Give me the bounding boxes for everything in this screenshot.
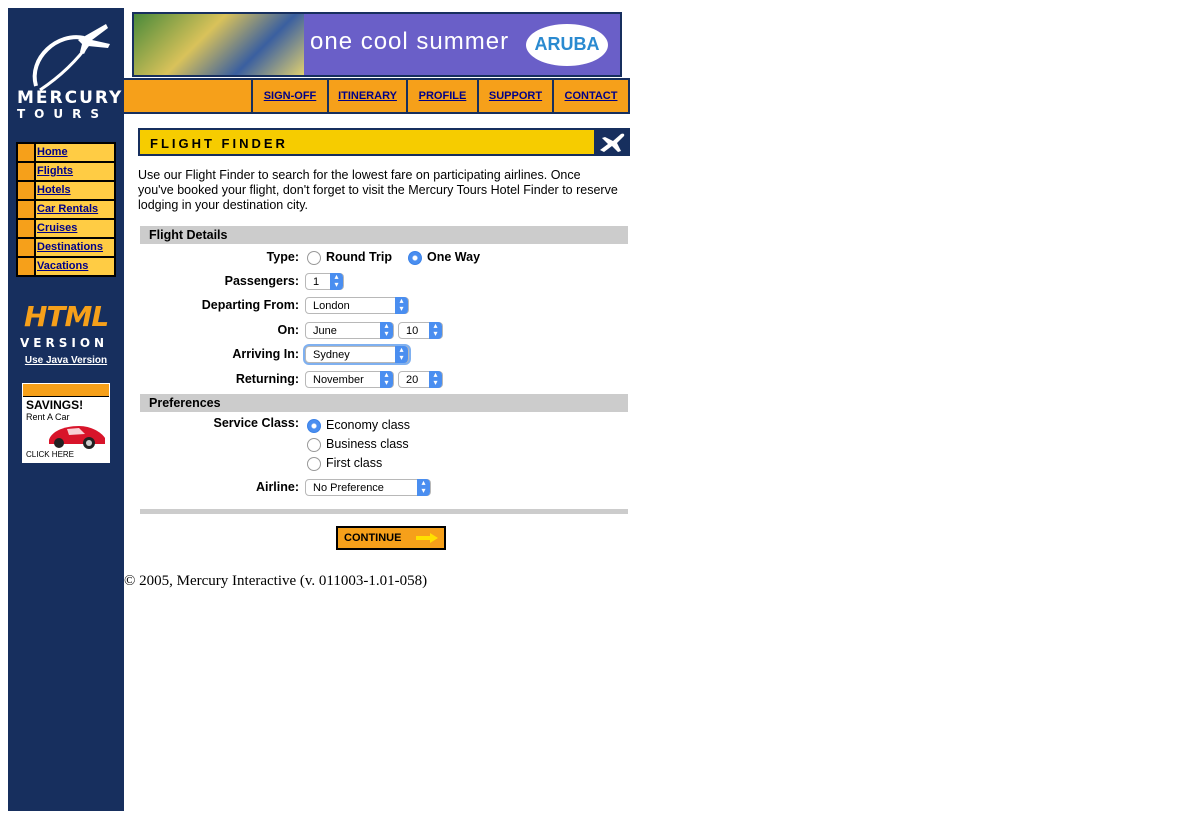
airline-select[interactable]: No Preference ▴ ▾ (305, 479, 431, 496)
banner-tagline: one cool summer (310, 28, 510, 55)
sidebar-item-hotels[interactable]: Hotels (18, 182, 114, 199)
sidebar-item-destinations[interactable]: Destinations (18, 239, 114, 256)
passengers-value: 1 (313, 276, 320, 288)
returning-label: Returning: (235, 372, 299, 386)
ad-title: SAVINGS! (26, 398, 84, 412)
sidebar-link-flights[interactable]: Flights (36, 163, 114, 180)
flight-details-heading: Flight Details (140, 226, 628, 244)
ad-click-here: CLICK HERE (26, 450, 75, 459)
nav-marker (18, 220, 34, 237)
nav-marker (18, 163, 34, 180)
passengers-select[interactable]: 1 ▴ ▾ (305, 273, 344, 290)
left-sidebar: MERCURY TOURS Home Flights Hotels Car Re… (8, 8, 124, 811)
nav-marker (18, 182, 34, 199)
round-trip-radio[interactable] (307, 251, 321, 265)
sidebar-item-vacations[interactable]: Vacations (18, 258, 114, 275)
sidebar-link-hotels[interactable]: Hotels (36, 182, 114, 199)
sidebar-item-flights[interactable]: Flights (18, 163, 114, 180)
nav-marker (18, 239, 34, 256)
airline-label: Airline: (255, 480, 299, 494)
round-trip-label: Round Trip (326, 250, 392, 264)
one-way-radio[interactable] (408, 251, 422, 265)
departure-day-value: 10 (406, 325, 419, 337)
select-chevron-icon: ▴ ▾ (380, 322, 393, 339)
on-label: On: (277, 323, 299, 337)
nav-marker (18, 258, 34, 275)
logo-wordmark: MERCURY (17, 88, 124, 108)
passengers-label: Passengers: (224, 274, 299, 288)
continue-button[interactable]: CONTINUE (336, 526, 446, 550)
first-class-radio[interactable] (307, 457, 321, 471)
arriving-value: Sydney (313, 349, 350, 361)
economy-class-radio[interactable] (307, 419, 321, 433)
departure-month-select[interactable]: June ▴ ▾ (305, 322, 394, 339)
html-version-title: HTML (24, 300, 109, 333)
arrow-right-icon (416, 533, 438, 543)
promo-banner[interactable]: one cool summer ARUBA (132, 12, 622, 77)
arriving-label: Arriving In: (232, 347, 299, 361)
return-day-value: 20 (406, 374, 419, 386)
sidebar-link-vacations[interactable]: Vacations (36, 258, 114, 275)
sidebar-item-home[interactable]: Home (18, 144, 114, 161)
form-divider (140, 509, 628, 514)
first-class-label: First class (326, 456, 383, 470)
java-version-link[interactable]: Use Java Version (8, 355, 124, 366)
return-day-select[interactable]: 20 ▴ ▾ (398, 371, 443, 388)
select-chevron-icon: ▴ ▾ (395, 297, 408, 314)
sidebar-nav: Home Flights Hotels Car Rentals Cruises … (16, 142, 116, 277)
preferences-heading: Preferences (140, 394, 628, 412)
one-way-label: One Way (427, 250, 481, 264)
footer-copyright: © 2005, Mercury Interactive (v. 011003-1… (124, 573, 428, 589)
ad-header-bar (23, 384, 109, 397)
page-title-bar: FLIGHT FINDER (138, 128, 594, 156)
banner-photo (134, 14, 304, 75)
airline-value: No Preference (313, 482, 384, 494)
red-car-icon (49, 426, 105, 449)
nav-marker (18, 201, 34, 218)
select-chevron-icon: ▴ ▾ (330, 273, 343, 290)
business-class-label: Business class (326, 437, 409, 451)
sidebar-link-home[interactable]: Home (36, 144, 114, 161)
select-chevron-icon: ▴ ▾ (429, 322, 442, 339)
intro-text: Use our Flight Finder to search for the … (138, 168, 618, 212)
airplane-icon (594, 128, 630, 156)
sidebar-item-car-rentals[interactable]: Car Rentals (18, 201, 114, 218)
departure-day-select[interactable]: 10 ▴ ▾ (398, 322, 443, 339)
select-chevron-icon: ▴ ▾ (380, 371, 393, 388)
type-label: Type: (266, 250, 299, 264)
aruba-logo: ARUBA (526, 24, 608, 66)
economy-class-label: Economy class (326, 418, 411, 432)
sidebar-item-cruises[interactable]: Cruises (18, 220, 114, 237)
aruba-logo-text: ARUBA (534, 34, 600, 54)
business-class-radio[interactable] (307, 438, 321, 452)
arriving-in-select[interactable]: Sydney ▴ ▾ (305, 346, 409, 363)
nav-itinerary[interactable]: ITINERARY (329, 80, 406, 112)
car-rental-ad[interactable]: SAVINGS! Rent A Car CLICK HERE (22, 383, 110, 463)
nav-profile[interactable]: PROFILE (408, 80, 477, 112)
logo-subword: TOURS (17, 107, 109, 121)
nav-support[interactable]: SUPPORT (479, 80, 552, 112)
select-chevron-icon: ▴ ▾ (429, 371, 442, 388)
sidebar-link-cruises[interactable]: Cruises (36, 220, 114, 237)
service-class-label: Service Class: (213, 416, 299, 430)
top-nav-spacer (124, 80, 251, 112)
nav-marker (18, 144, 34, 161)
html-version-subtitle: VERSION (20, 336, 109, 350)
nav-sign-off[interactable]: SIGN-OFF (253, 80, 327, 112)
departing-from-select[interactable]: London ▴ ▾ (305, 297, 409, 314)
departing-label: Departing From: (201, 298, 299, 312)
sidebar-link-car-rentals[interactable]: Car Rentals (36, 201, 114, 218)
html-version-badge: HTML VERSION (20, 300, 112, 355)
select-chevron-icon: ▴ ▾ (417, 479, 430, 496)
departing-value: London (313, 300, 350, 312)
nav-contact[interactable]: CONTACT (554, 80, 628, 112)
sidebar-link-destinations[interactable]: Destinations (36, 239, 114, 256)
return-month-value: November (313, 374, 364, 386)
return-month-select[interactable]: November ▴ ▾ (305, 371, 394, 388)
select-chevron-icon: ▴ ▾ (395, 346, 408, 363)
page-title: FLIGHT FINDER (150, 136, 288, 151)
continue-label: CONTINUE (344, 532, 402, 544)
departure-month-value: June (313, 325, 337, 337)
